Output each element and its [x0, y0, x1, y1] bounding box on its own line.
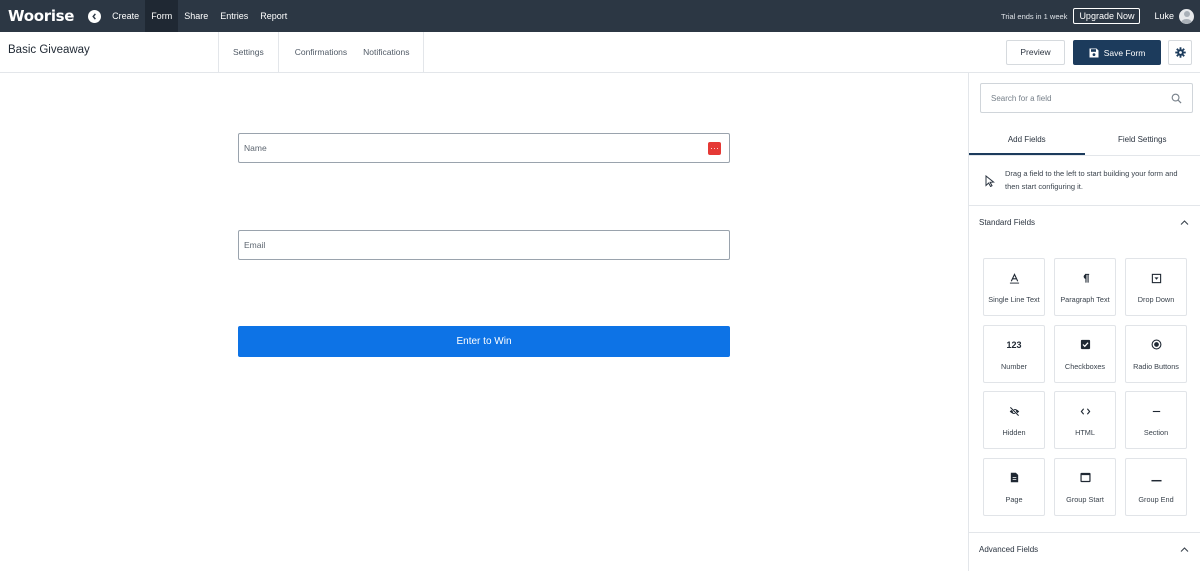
upgrade-button[interactable]: Upgrade Now [1073, 8, 1141, 24]
field-radio-buttons[interactable]: Radio Buttons [1125, 324, 1187, 383]
save-icon [1089, 48, 1099, 57]
form-title: Basic Giveaway [8, 44, 90, 56]
standard-fields-grid: Single Line Text Paragraph Text Drop Dow… [983, 258, 1189, 516]
drag-hint: Drag a field to the left to start buildi… [969, 156, 1200, 206]
panel-tabs: Add Fields Field Settings [969, 124, 1200, 156]
field-label: HTML [1075, 428, 1095, 437]
code-icon [1080, 407, 1090, 415]
trial-notice: Trial ends in 1 week [1001, 11, 1068, 21]
user-name[interactable]: Luke [1154, 11, 1174, 21]
dropdown-icon [1151, 273, 1161, 283]
checkbox-icon [1080, 339, 1090, 350]
field-label: Drop Down [1137, 295, 1175, 304]
search-icon[interactable] [1171, 93, 1182, 104]
field-number[interactable]: 123 Number [983, 324, 1045, 383]
name-field[interactable]: Name [238, 133, 730, 163]
chevron-up-icon [1180, 220, 1189, 225]
tab-notifications[interactable]: Notifications [355, 32, 423, 72]
group-start-icon [1079, 472, 1091, 483]
field-hidden[interactable]: Hidden [983, 391, 1045, 449]
fields-panel: Add Fields Field Settings Drag a field t… [968, 73, 1200, 571]
more-options-icon[interactable] [708, 142, 721, 155]
field-search [980, 83, 1193, 113]
woorise-logo[interactable]: Woorise [8, 7, 74, 25]
tab-confirmations[interactable]: Confirmations [279, 32, 355, 72]
enter-to-win-button[interactable]: Enter to Win [238, 326, 730, 357]
save-form-label: Save Form [1103, 47, 1146, 58]
field-label: Page [1005, 494, 1023, 504]
tab-add-fields[interactable]: Add Fields [969, 124, 1085, 155]
field-label: Checkboxes [1064, 361, 1106, 371]
eye-off-icon [1009, 406, 1019, 416]
form-settings-button[interactable] [1168, 40, 1192, 65]
field-page[interactable]: Page [983, 457, 1045, 516]
field-checkboxes[interactable]: Checkboxes [1054, 324, 1116, 383]
field-label: Number [1001, 361, 1027, 371]
standard-fields-title: Standard Fields [979, 218, 1036, 227]
field-html[interactable]: HTML [1054, 391, 1116, 449]
form-canvas: Name Email Enter to Win [0, 73, 968, 571]
group-end-icon [1150, 479, 1162, 482]
field-label: Group End [1138, 494, 1174, 504]
field-paragraph-text[interactable]: Paragraph Text [1054, 258, 1116, 316]
back-button[interactable] [88, 9, 102, 23]
text-a-icon [1009, 272, 1019, 284]
field-label: Paragraph Text [1060, 295, 1110, 304]
number-icon: 123 [1006, 339, 1022, 350]
field-section[interactable]: Section [1125, 391, 1187, 449]
advanced-fields-title: Advanced Fields [979, 545, 1039, 554]
name-placeholder: Name [244, 143, 267, 153]
field-single-line-text[interactable]: Single Line Text [983, 258, 1045, 316]
form-tabs: Settings Confirmations Notifications [218, 32, 425, 72]
tab-field-settings[interactable]: Field Settings [1085, 124, 1200, 155]
pilcrow-icon [1083, 273, 1089, 283]
gear-icon [1174, 47, 1186, 58]
field-search-input[interactable] [991, 84, 1171, 112]
preview-button[interactable]: Preview [1006, 40, 1065, 65]
standard-fields-header[interactable]: Standard Fields [969, 206, 1200, 240]
nav-share[interactable]: Share [178, 0, 214, 32]
field-group-start[interactable]: Group Start [1054, 457, 1116, 516]
drag-hint-text: Drag a field to the left to start buildi… [1005, 169, 1178, 191]
field-drop-down[interactable]: Drop Down [1125, 258, 1187, 316]
form-header: Basic Giveaway Settings Confirmations No… [0, 32, 1200, 73]
field-label: Single Line Text [988, 295, 1040, 304]
chevron-left-icon [92, 12, 97, 20]
field-label: Radio Buttons [1133, 361, 1179, 371]
cursor-icon [985, 175, 995, 187]
field-label: Section [1143, 428, 1169, 437]
field-group-end[interactable]: Group End [1125, 457, 1187, 516]
section-line-icon [1152, 410, 1160, 412]
nav-form[interactable]: Form [145, 0, 179, 32]
radio-icon [1151, 339, 1161, 350]
chevron-up-icon [1180, 547, 1189, 552]
avatar[interactable] [1179, 8, 1194, 24]
email-field[interactable]: Email [238, 230, 730, 260]
advanced-fields-header[interactable]: Advanced Fields [969, 532, 1200, 566]
tab-settings[interactable]: Settings [219, 32, 279, 72]
save-form-button[interactable]: Save Form [1073, 40, 1161, 65]
email-placeholder: Email [244, 240, 266, 250]
nav-create[interactable]: Create [106, 0, 145, 32]
nav-report[interactable]: Report [254, 0, 293, 32]
top-nav: Woorise Create Form Share Entries Report… [0, 0, 1200, 32]
page-icon [1010, 472, 1018, 483]
nav-entries[interactable]: Entries [214, 0, 254, 32]
field-label: Group Start [1066, 494, 1104, 504]
field-label: Hidden [1002, 428, 1026, 437]
